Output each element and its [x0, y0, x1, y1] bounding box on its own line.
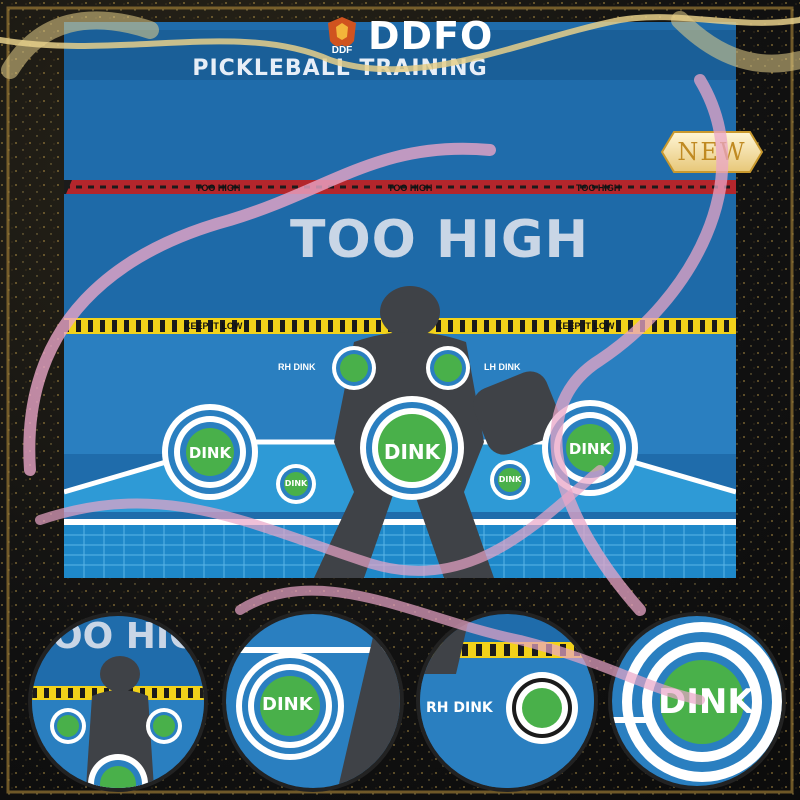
dink-label-small-right: DINK	[498, 475, 522, 484]
target-lh-dink	[426, 346, 470, 390]
inset4-dink-text: DINK	[658, 682, 754, 722]
tape-label-too-high-2: TOO HIGH	[388, 183, 433, 193]
new-badge-label: NEW	[677, 138, 747, 166]
detail-inset-2: DINK	[222, 610, 404, 792]
product-image: PICKLEBALL TRAINING TOO HIGH TOO HIGH TO…	[0, 0, 800, 800]
rh-dink-label: RH DINK	[278, 362, 316, 372]
tape-label-too-high-1: TOO HIGH	[196, 183, 241, 193]
brand-logo: DDF DDFO	[322, 14, 493, 58]
tape-label-keep-it-low-2: KEEP IT LOW	[556, 321, 615, 331]
detail-inset-1: OO HIG	[28, 612, 208, 792]
detail-inset-3: RH DINK	[416, 610, 598, 792]
dink-label-right: DINK	[568, 440, 612, 458]
inset3-rh-dink-text: RH DINK	[426, 700, 493, 716]
new-badge: NEW	[660, 128, 764, 176]
training-poster	[64, 22, 736, 578]
dink-label-left: DINK	[188, 444, 232, 462]
brand-name: DDFO	[368, 14, 494, 58]
inset1-too-high-text: OO HIG	[52, 616, 199, 657]
dink-label-center: DINK	[383, 440, 441, 464]
dink-label-small-left: DINK	[284, 479, 308, 488]
brand-logo-text: DDF	[331, 45, 353, 56]
poster-title: PICKLEBALL TRAINING	[192, 56, 488, 81]
inset2-dink-text: DINK	[262, 694, 313, 715]
detail-inset-4: DINK	[608, 612, 786, 790]
tape-label-keep-it-low-1: KEEP IT LOW	[184, 321, 243, 331]
shield-icon: DDF	[322, 15, 362, 57]
tape-label-too-high-3: TOO HIGH	[576, 183, 621, 193]
target-rh-dink	[332, 346, 376, 390]
lh-dink-label: LH DINK	[484, 362, 521, 372]
too-high-heading: TOO HIGH	[290, 210, 590, 270]
